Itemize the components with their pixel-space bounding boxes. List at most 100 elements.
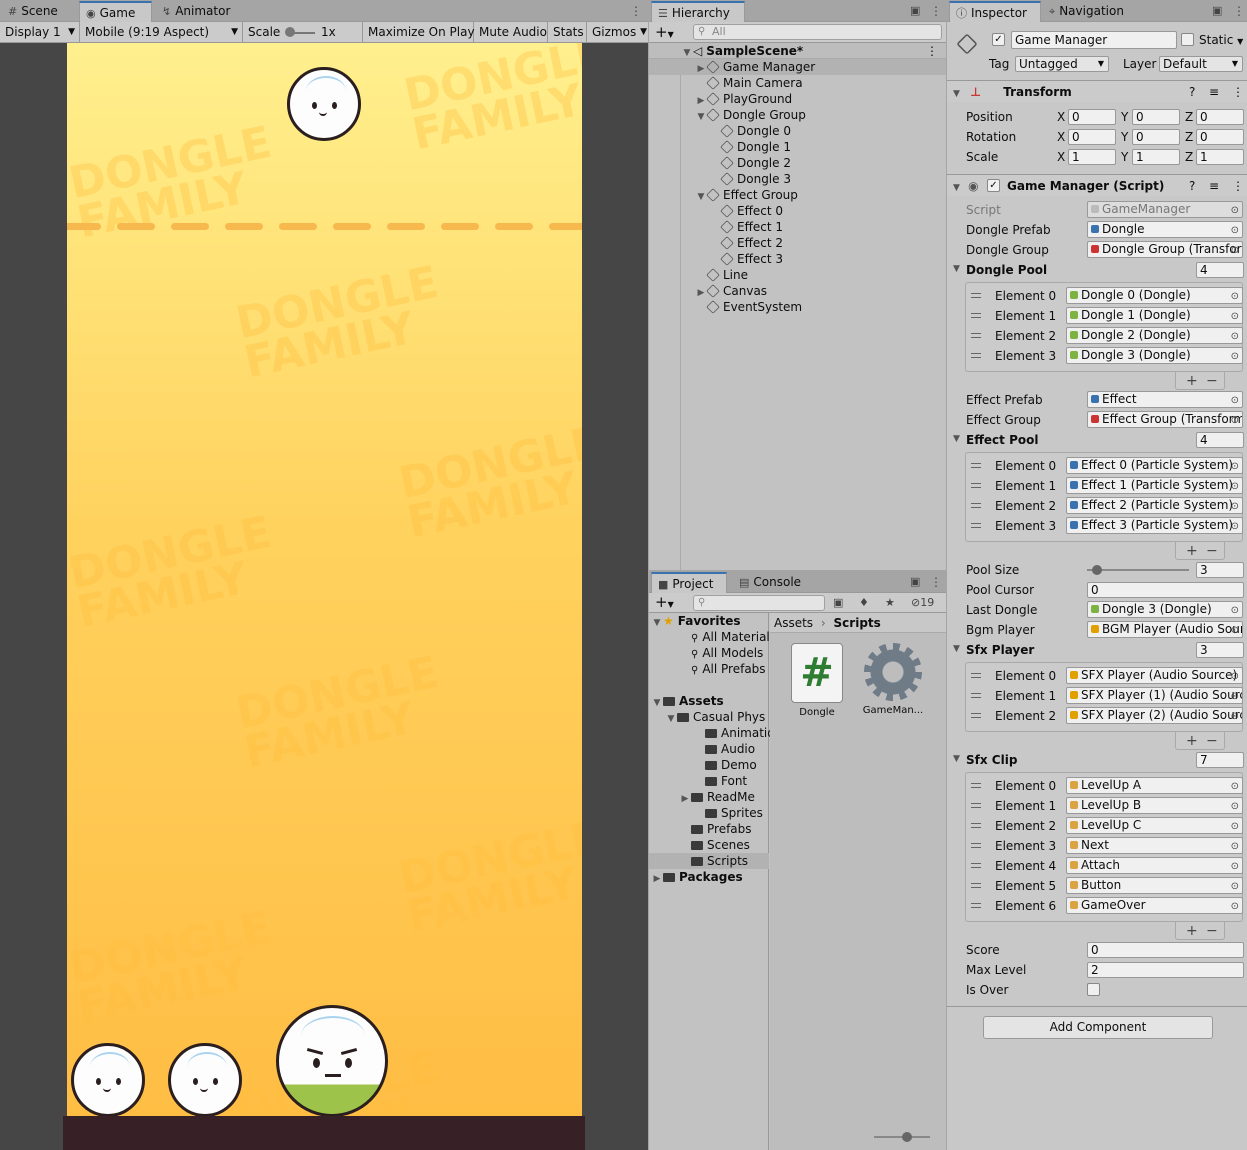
hierarchy-item[interactable]: Line (649, 267, 946, 283)
project-tree-item[interactable]: Scripts (649, 853, 769, 869)
foldout-arrow-icon[interactable]: ▼ (953, 264, 960, 274)
tab-animator[interactable]: ↯ Animator (156, 1, 246, 22)
effect-prefab-field[interactable]: Effect ⊙ (1087, 391, 1243, 408)
kebab-menu-icon[interactable]: ⋮ (930, 575, 942, 589)
object-picker-icon[interactable]: ⊙ (1231, 243, 1239, 257)
project-tree-item[interactable]: Audio (649, 741, 769, 757)
filter-type-icon[interactable]: ▣ (833, 596, 843, 609)
active-checkbox[interactable]: ✓ (992, 33, 1005, 46)
array-size-field[interactable]: 7 (1196, 752, 1244, 768)
hidden-packages-icon[interactable]: ⊘19 (911, 596, 934, 609)
axis-label[interactable]: X (1057, 128, 1065, 146)
object-picker-icon[interactable]: ⊙ (1231, 393, 1239, 407)
kebab-menu-icon[interactable]: ⋮ (926, 43, 938, 59)
project-tree-item[interactable]: Animation (649, 725, 782, 741)
sfx-clip-element-field[interactable]: LevelUp C ⊙ (1066, 817, 1243, 834)
game-canvas[interactable]: DONGLE FAMILY DONGLE FAMILY DONGLE FAMIL… (67, 43, 582, 1116)
transform-x-field[interactable]: 0 (1068, 129, 1116, 145)
project-tree-item[interactable]: ▶ ReadMe (649, 789, 769, 805)
hierarchy-item[interactable]: ▼ Dongle Group (649, 107, 946, 123)
object-picker-icon[interactable]: ⊙ (1231, 479, 1239, 493)
max-level-field[interactable]: 2 (1087, 962, 1244, 978)
object-picker-icon[interactable]: ⊙ (1231, 819, 1239, 833)
scene-row[interactable]: ▼ ◁ SampleScene* ⋮ (649, 43, 946, 59)
drag-handle-icon[interactable] (971, 843, 981, 848)
array-size-field[interactable]: 3 (1196, 562, 1244, 578)
drag-handle-icon[interactable] (971, 823, 981, 828)
sfx-clip-element-field[interactable]: Next ⊙ (1066, 837, 1243, 854)
object-picker-icon[interactable]: ⊙ (1231, 779, 1239, 793)
transform-header[interactable]: ▼ ⊥ Transform ? ≡ ⋮ (947, 80, 1247, 102)
object-picker-icon[interactable]: ⊙ (1231, 203, 1239, 217)
object-picker-icon[interactable]: ⊙ (1231, 603, 1239, 617)
hierarchy-item[interactable]: Effect 0 (649, 203, 946, 219)
object-picker-icon[interactable]: ⊙ (1231, 413, 1239, 427)
project-tree-item[interactable]: Prefabs (649, 821, 769, 837)
zoom-slider-thumb[interactable] (902, 1132, 912, 1142)
sfx-clip-element-field[interactable]: LevelUp A ⊙ (1066, 777, 1243, 794)
dongle-group-field[interactable]: Dongle Group (Transform) ⊙ (1087, 241, 1243, 258)
axis-label[interactable]: X (1057, 148, 1065, 166)
drag-handle-icon[interactable] (971, 293, 981, 298)
project-tree-item[interactable]: Demo (649, 757, 769, 773)
project-tree-item[interactable]: ▼ ★ Favorites (649, 613, 769, 629)
asset-gamemanager-script[interactable]: GameMan... (858, 643, 928, 716)
axis-label[interactable]: Y (1121, 148, 1128, 166)
list-add-button[interactable]: + (1186, 372, 1198, 390)
drag-handle-icon[interactable] (971, 803, 981, 808)
sfx-player-element-field[interactable]: SFX Player (Audio Source) ⊙ (1066, 667, 1243, 684)
array-size-field[interactable]: 4 (1196, 262, 1244, 278)
sfx-player-element-field[interactable]: SFX Player (2) (Audio Source) ⊙ (1066, 707, 1243, 724)
tab-inspector[interactable]: ⓘ Inspector (949, 1, 1041, 22)
axis-label[interactable]: Y (1121, 108, 1128, 126)
project-tree-item[interactable]: ⚲ All Materials (649, 629, 776, 645)
hierarchy-item[interactable]: ▶ Game Manager (649, 59, 946, 75)
axis-label[interactable]: X (1057, 108, 1065, 126)
object-picker-icon[interactable]: ⊙ (1231, 309, 1239, 323)
favorite-star-icon[interactable]: ★ (885, 596, 895, 609)
script-reference-field[interactable]: GameManager ⊙ (1087, 201, 1243, 218)
axis-label[interactable]: Z (1185, 148, 1193, 166)
preset-icon[interactable]: ≡ (1209, 81, 1219, 103)
layer-dropdown[interactable]: Default ▼ (1159, 56, 1243, 72)
drag-handle-icon[interactable] (971, 693, 981, 698)
list-add-button[interactable]: + (1186, 732, 1198, 750)
object-picker-icon[interactable]: ⊙ (1231, 623, 1239, 637)
hierarchy-item[interactable]: EventSystem (649, 299, 946, 315)
sfx-clip-element-field[interactable]: LevelUp B ⊙ (1066, 797, 1243, 814)
sfx-player-element-field[interactable]: SFX Player (1) (Audio Source) ⊙ (1066, 687, 1243, 704)
drag-handle-icon[interactable] (971, 313, 981, 318)
zoom-slider[interactable] (874, 1132, 930, 1142)
kebab-menu-icon[interactable]: ⋮ (1232, 175, 1244, 197)
tab-console[interactable]: ▤ Console (733, 572, 823, 593)
static-checkbox[interactable] (1181, 33, 1194, 46)
object-picker-icon[interactable]: ⊙ (1231, 349, 1239, 363)
component-enabled-checkbox[interactable]: ✓ (987, 179, 1000, 192)
last-dongle-field[interactable]: Dongle 3 (Dongle) ⊙ (1087, 601, 1243, 618)
tag-dropdown[interactable]: Untagged ▼ (1015, 56, 1109, 72)
drag-handle-icon[interactable] (971, 713, 981, 718)
drag-handle-icon[interactable] (971, 333, 981, 338)
drag-handle-icon[interactable] (971, 673, 981, 678)
object-picker-icon[interactable]: ⊙ (1231, 459, 1239, 473)
axis-label[interactable]: Y (1121, 128, 1128, 146)
maximize-on-play-toggle[interactable]: Maximize On Play (363, 22, 475, 43)
object-picker-icon[interactable]: ⊙ (1231, 709, 1239, 723)
foldout-arrow-icon[interactable]: ▼ (953, 754, 960, 764)
is-over-checkbox[interactable] (1087, 983, 1100, 996)
project-tree-item[interactable]: ⚲ All Models (649, 645, 769, 661)
score-field[interactable]: 0 (1087, 942, 1244, 958)
project-tree-item[interactable]: ▼ Assets (649, 693, 769, 709)
help-icon[interactable]: ? (1189, 81, 1195, 103)
drag-handle-icon[interactable] (971, 503, 981, 508)
object-picker-icon[interactable]: ⊙ (1231, 289, 1239, 303)
tab-scene[interactable]: # Scene (2, 1, 78, 22)
transform-x-field[interactable]: 0 (1068, 109, 1116, 125)
add-component-button[interactable]: Add Component (983, 1016, 1213, 1039)
dongle-pool-element-field[interactable]: Dongle 3 (Dongle) ⊙ (1066, 347, 1243, 364)
project-search-input[interactable]: ⚲ (693, 595, 825, 611)
tab-project[interactable]: ■ Project (651, 572, 727, 593)
transform-z-field[interactable]: 1 (1196, 149, 1244, 165)
project-tree-item[interactable]: Font (649, 773, 769, 789)
hierarchy-item[interactable]: Effect 3 (649, 251, 946, 267)
